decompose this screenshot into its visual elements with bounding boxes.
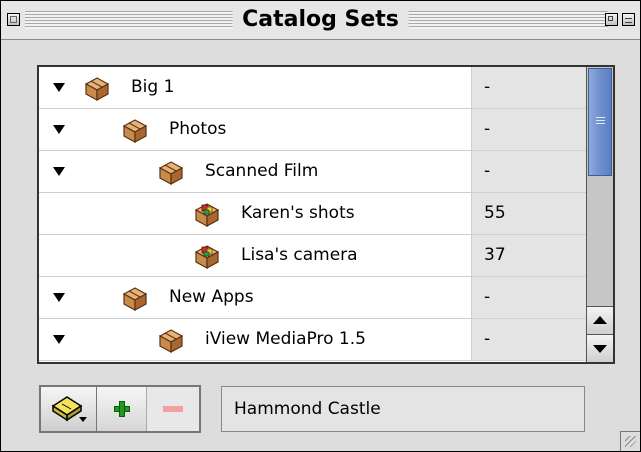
set-label: New Apps xyxy=(169,287,254,307)
set-name-cell[interactable]: Scanned Film xyxy=(39,151,471,192)
disclosure-triangle-icon[interactable] xyxy=(53,125,65,134)
set-name-cell[interactable]: Lisa's camera xyxy=(39,235,471,276)
add-button[interactable] xyxy=(97,387,147,431)
list-row[interactable]: Photos - xyxy=(39,109,586,151)
item-count-cell: - xyxy=(471,319,586,360)
catalog-set-box-icon xyxy=(157,158,185,186)
list-row[interactable]: Scanned Film - xyxy=(39,151,586,193)
set-name-cell[interactable]: Karen's shots xyxy=(39,193,471,234)
list-rows: Big 1 - Photos - Scanned Film - Karen's sho… xyxy=(39,67,586,362)
disclosure-triangle-icon[interactable] xyxy=(53,293,65,302)
catalog-box-icon xyxy=(193,242,221,270)
catalog-sets-list: Big 1 - Photos - Scanned Film - Karen's sho… xyxy=(37,65,615,364)
chevron-down-icon xyxy=(79,417,87,422)
list-row[interactable]: Big 1 - xyxy=(39,67,586,109)
set-tools-group xyxy=(39,385,201,433)
list-row[interactable]: Karen's shots 55 xyxy=(39,193,586,235)
set-label: Lisa's camera xyxy=(241,245,358,265)
catalog-set-box-icon xyxy=(121,284,149,312)
set-name-field[interactable]: Hammond Castle xyxy=(221,386,585,432)
catalog-set-box-icon xyxy=(83,74,111,102)
item-count-cell: 55 xyxy=(471,193,586,234)
catalog-set-box-icon xyxy=(121,116,149,144)
item-count-cell: - xyxy=(471,109,586,150)
set-label: Big 1 xyxy=(131,77,175,97)
item-count-cell: - xyxy=(471,277,586,318)
list-row[interactable]: New Apps - xyxy=(39,277,586,319)
item-count-cell: - xyxy=(471,151,586,192)
disclosure-triangle-icon[interactable] xyxy=(53,335,65,344)
set-label: Scanned Film xyxy=(205,161,319,181)
zoom-box-button[interactable] xyxy=(605,13,618,26)
vertical-scrollbar[interactable] xyxy=(586,67,613,362)
catalog-set-box-icon xyxy=(157,326,185,354)
remove-button[interactable] xyxy=(147,387,199,431)
item-count-cell: - xyxy=(471,67,586,108)
disclosure-triangle-icon[interactable] xyxy=(53,167,65,176)
plus-icon-vertical xyxy=(119,401,125,417)
close-box-button[interactable] xyxy=(7,13,20,26)
set-name-cell[interactable]: Photos xyxy=(39,109,471,150)
catalog-menu-button[interactable] xyxy=(41,387,97,431)
set-label: Photos xyxy=(169,119,227,139)
collapse-box-button[interactable] xyxy=(622,13,635,26)
scroll-up-button[interactable] xyxy=(587,306,613,334)
set-name-cell[interactable]: Big 1 xyxy=(39,67,471,108)
resize-handle[interactable] xyxy=(620,431,640,451)
set-name-cell[interactable]: New Apps xyxy=(39,277,471,318)
scrollbar-thumb[interactable] xyxy=(588,68,612,176)
thumb-grip-icon xyxy=(596,117,605,126)
window-title: Catalog Sets xyxy=(232,7,409,33)
set-name-cell[interactable]: iView MediaPro 1.5 xyxy=(39,319,471,360)
title-bar[interactable]: Catalog Sets xyxy=(1,1,640,40)
catalog-box-icon xyxy=(193,200,221,228)
catalog-sets-window: Catalog Sets Big 1 - Photos - Scanned Film… xyxy=(0,0,641,452)
set-label: iView MediaPro 1.5 xyxy=(205,329,366,349)
list-row[interactable]: iView MediaPro 1.5 - xyxy=(39,319,586,361)
list-row[interactable]: Lisa's camera 37 xyxy=(39,235,586,277)
set-label: Karen's shots xyxy=(241,203,355,223)
scroll-down-button[interactable] xyxy=(587,334,613,362)
minus-icon xyxy=(163,406,183,412)
item-count-cell: 37 xyxy=(471,235,586,276)
disclosure-triangle-icon[interactable] xyxy=(53,83,65,92)
catalog-menu-icon xyxy=(51,396,83,422)
